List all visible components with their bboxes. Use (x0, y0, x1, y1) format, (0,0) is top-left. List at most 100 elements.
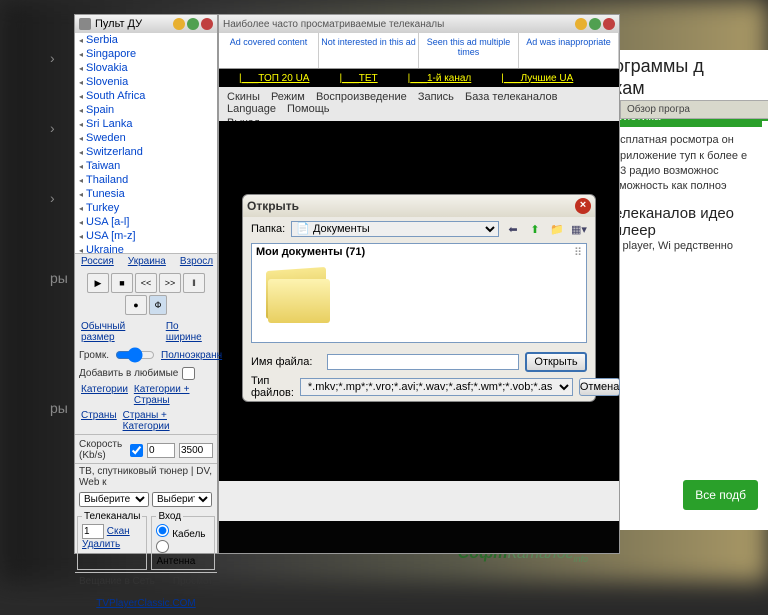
country-item[interactable]: Slovenia (75, 75, 217, 89)
all-button[interactable]: Все подб (683, 480, 758, 510)
extra-button[interactable]: Ф (149, 295, 167, 315)
link-adult[interactable]: Взросл (180, 256, 213, 267)
player-title: Наиболее часто просматриваемые телеканал… (223, 19, 444, 30)
scan-link[interactable]: Скан (107, 526, 130, 537)
ad-option[interactable]: Not interested in this ad (319, 33, 419, 68)
folder-thumbnail[interactable] (262, 261, 332, 331)
homepage-link[interactable]: TVPlayerClassic.COM (96, 598, 195, 609)
country-item[interactable]: Serbia (75, 33, 217, 47)
country-item[interactable]: Singapore (75, 47, 217, 61)
dialog-titlebar[interactable]: Открыть × (243, 195, 595, 217)
remote-window: Пульт ДУ SerbiaSingaporeSlovakiaSlovenia… (74, 14, 218, 554)
country-item[interactable]: Turkey (75, 201, 217, 215)
menu-item[interactable]: Режим (271, 91, 305, 103)
favorites-checkbox[interactable] (182, 367, 195, 380)
nav-link[interactable]: |___1-й канал (408, 73, 472, 84)
categories-link[interactable]: Категории (81, 384, 128, 406)
ad-option[interactable]: Ad was inappropriate (519, 33, 619, 68)
tuner-label: ТВ, спутниковый тюнер | DV, Web к (75, 463, 217, 490)
fit-width-link[interactable]: По ширине (166, 321, 211, 343)
country-item[interactable]: South Africa (75, 89, 217, 103)
filetype-label: Тип файлов: (251, 375, 294, 399)
maximize-icon[interactable] (187, 18, 199, 30)
nav-link[interactable]: |___Лучшие UA (501, 73, 573, 84)
up-icon[interactable]: ⬆ (527, 221, 543, 237)
country-item[interactable]: Tunesia (75, 187, 217, 201)
rewind-button[interactable]: << (135, 273, 157, 293)
grip-icon: ⠿ (574, 246, 582, 261)
menu-item[interactable]: Скины (227, 91, 260, 103)
volume-slider[interactable] (115, 347, 155, 363)
view-mode-icon[interactable]: ▦▾ (571, 221, 587, 237)
close-icon[interactable] (603, 18, 615, 30)
stop-button[interactable]: ■ (111, 273, 133, 293)
link-ukraine[interactable]: Украина (128, 256, 166, 267)
cat-countries-link[interactable]: Категории + Страны (134, 384, 211, 406)
country-item[interactable]: Sweden (75, 131, 217, 145)
country-item[interactable]: Slovakia (75, 61, 217, 75)
antenna-radio[interactable] (156, 540, 169, 553)
device-select[interactable]: Выберите (152, 492, 212, 507)
schedule-header: Обзор програ (620, 100, 768, 119)
menu-item[interactable]: Language (227, 103, 276, 115)
maximize-icon[interactable] (589, 18, 601, 30)
open-button[interactable]: Открыть (525, 352, 587, 372)
side-text: ры (50, 270, 68, 286)
country-item[interactable]: Sri Lanka (75, 117, 217, 131)
channel-number-input[interactable] (82, 524, 104, 539)
speed-checkbox[interactable] (130, 444, 143, 457)
app-icon (79, 18, 91, 30)
minimize-icon[interactable] (173, 18, 185, 30)
country-item[interactable]: Ukraine (75, 243, 217, 253)
filename-input[interactable] (327, 354, 519, 370)
ad-feedback-strip: Ad covered content Not interested in thi… (219, 33, 619, 69)
countries-link[interactable]: Страны (81, 410, 117, 432)
menu-item[interactable]: База телеканалов (465, 91, 558, 103)
play-button[interactable]: ▶ (87, 273, 109, 293)
pause-button[interactable]: ‖ (183, 273, 205, 293)
speed-min-input[interactable] (147, 443, 175, 458)
menu-item[interactable]: Помощь (287, 103, 330, 115)
country-item[interactable]: Thailand (75, 173, 217, 187)
nav-link[interactable]: |___ТОП 20 UA (239, 73, 309, 84)
country-item[interactable]: Switzerland (75, 145, 217, 159)
normal-size-link[interactable]: Обычный размер (81, 321, 152, 343)
menu-item[interactable]: Воспроизведение (316, 91, 407, 103)
remote-titlebar[interactable]: Пульт ДУ (75, 15, 217, 33)
close-icon[interactable]: × (575, 198, 591, 214)
country-item[interactable]: USA [m-z] (75, 229, 217, 243)
record-button[interactable]: ● (125, 295, 147, 315)
cable-radio[interactable] (156, 524, 169, 537)
delete-link[interactable]: Удалить (82, 539, 120, 550)
favorites-label: Добавить в любимые (79, 368, 178, 379)
close-icon[interactable] (201, 18, 213, 30)
input-legend: Вход (156, 511, 183, 522)
player-titlebar[interactable]: Наиболее часто просматриваемые телеканал… (219, 15, 619, 33)
filetype-select[interactable]: *.mkv;*.mp*;*.vro;*.avi;*.wav;*.asf;*.wm… (300, 378, 573, 396)
forward-button[interactable]: >> (159, 273, 181, 293)
country-item[interactable]: Spain (75, 103, 217, 117)
minimize-icon[interactable] (575, 18, 587, 30)
country-item[interactable]: Taiwan (75, 159, 217, 173)
speed-max-input[interactable] (179, 443, 213, 458)
new-folder-icon[interactable]: 📁 (549, 221, 565, 237)
nav-link[interactable]: |___ТЕТ (339, 73, 377, 84)
back-icon[interactable]: ⬅ (505, 221, 521, 237)
country-list[interactable]: SerbiaSingaporeSlovakiaSloveniaSouth Afr… (75, 33, 217, 253)
cancel-button[interactable]: Отмена (579, 378, 620, 396)
video-select[interactable]: Выберите видес (79, 492, 149, 507)
ad-option[interactable]: Ad covered content (219, 33, 319, 68)
countries-cat-link[interactable]: Страны + Категории (123, 410, 211, 432)
volume-label: Громк. (79, 350, 109, 361)
menu-item[interactable]: Запись (418, 91, 454, 103)
country-item[interactable]: USA [a-l] (75, 215, 217, 229)
speed-label: Скорость (Kb/s) (79, 439, 126, 461)
side-text: ры (50, 400, 68, 416)
player-footer (219, 481, 619, 521)
ad-option[interactable]: Seen this ad multiple times (419, 33, 519, 68)
fullscreen-link[interactable]: Полноэкранн (161, 350, 222, 361)
file-list-area[interactable]: Мои документы (71) ⠿ (251, 243, 587, 343)
link-russia[interactable]: Россия (81, 256, 114, 267)
folder-select[interactable]: 📄 Документы (291, 221, 499, 237)
channel-nav: |___ТОП 20 UA |___ТЕТ |___1-й канал |___… (219, 69, 619, 87)
